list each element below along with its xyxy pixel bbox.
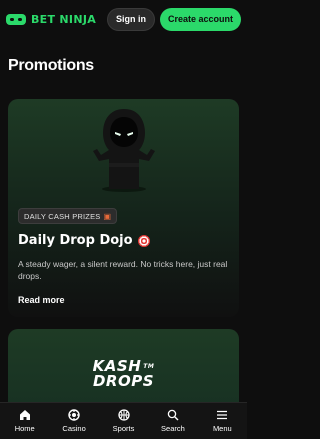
promo-title: Daily Drop Dojo [18, 233, 150, 248]
nav-item-search[interactable]: Search [148, 403, 197, 439]
sign-in-button[interactable]: Sign in [106, 7, 155, 31]
search-icon [167, 409, 179, 421]
target-icon [137, 234, 150, 247]
nav-label: Home [14, 424, 35, 433]
brand-logo[interactable]: BET NINJA [6, 13, 96, 26]
promo-card-daily-drop-dojo[interactable]: DAILY CASH PRIZES ▣ Daily Drop Dojo A st… [8, 99, 239, 317]
badge-label: DAILY CASH PRIZES [24, 211, 101, 221]
trademark-mark: TM [143, 363, 155, 370]
nav-item-sports[interactable]: Sports [99, 403, 148, 439]
promo-description: A steady wager, a silent reward. No tric… [18, 259, 228, 281]
header-actions: Sign in Create account [106, 7, 241, 31]
ninja-mascot-image [92, 109, 155, 192]
top-header: BET NINJA Sign in Create account [0, 0, 247, 38]
nav-item-home[interactable]: Home [0, 403, 49, 439]
page-title: Promotions [8, 57, 94, 74]
basketball-icon [117, 409, 130, 421]
bottom-navigation: Home Casino Sports Search Menu [0, 402, 247, 439]
kash-logo-line2: DROPS [92, 372, 155, 390]
kash-drops-logo: KASH TM DROPS [93, 359, 155, 389]
gift-icon: ▣ [103, 211, 112, 221]
nav-item-menu[interactable]: Menu [198, 403, 247, 439]
nav-label: Menu [212, 424, 232, 433]
nav-label: Search [161, 424, 185, 433]
brand-name: BET NINJA [31, 12, 97, 26]
home-icon [19, 410, 30, 420]
promo-title-text: Daily Drop Dojo [18, 233, 133, 248]
nav-label: Casino [62, 424, 86, 433]
nav-label: Sports [112, 424, 135, 433]
casino-chip-icon [68, 409, 80, 421]
ninja-mask-icon [6, 13, 26, 25]
nav-item-casino[interactable]: Casino [49, 403, 98, 439]
read-more-link[interactable]: Read more [18, 295, 65, 305]
create-account-button[interactable]: Create account [159, 7, 241, 31]
promo-badge: DAILY CASH PRIZES ▣ [18, 208, 118, 224]
menu-icon [217, 410, 228, 420]
